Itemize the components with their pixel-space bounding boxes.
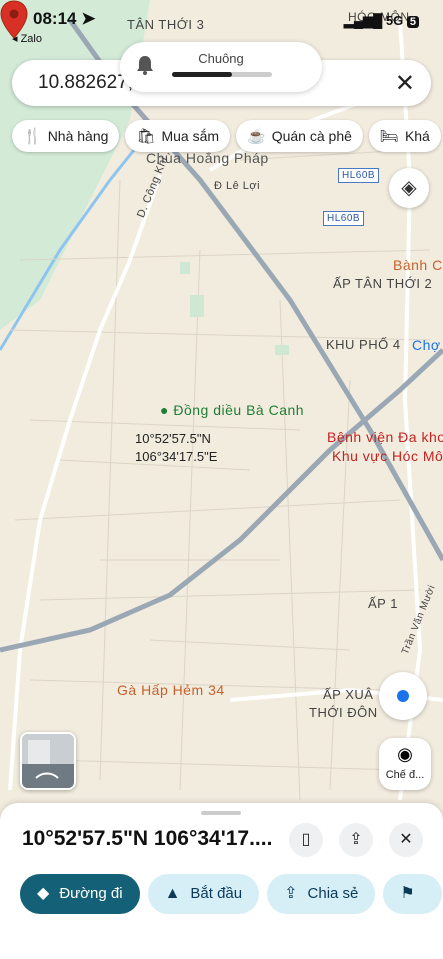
hotel-icon: 🛏 bbox=[379, 128, 399, 145]
location-arrow-icon: ➤ bbox=[81, 9, 96, 28]
category-chips: 🍴 Nhà hàng 🛍 Mua sắm ☕ Quán cà phê 🛏 Khá bbox=[12, 120, 443, 154]
notification-title: Chuông bbox=[198, 51, 244, 66]
back-to-app[interactable]: ◂ Zalo bbox=[12, 32, 42, 45]
map-label-banh-ca[interactable]: Bành Ca bbox=[393, 257, 443, 273]
search-input[interactable]: 10.882627, bbox=[38, 72, 133, 94]
navigate-arrow-icon: ▲ bbox=[164, 885, 181, 902]
signal-icon: ▂▄▆█ bbox=[343, 13, 383, 28]
shopping-bag-icon: 🛍 bbox=[136, 128, 156, 145]
map-label-ap-xuan: ẤP XUÂ bbox=[323, 687, 374, 702]
my-location-icon bbox=[397, 690, 409, 702]
share-icon: ⇪ bbox=[284, 885, 298, 902]
route-shield-hl60b-2: HL60B bbox=[323, 211, 365, 226]
status-time: 08:14 ➤ bbox=[33, 9, 96, 28]
park-icon: ● bbox=[160, 402, 174, 418]
share-top-button[interactable]: ⇪ bbox=[339, 823, 373, 857]
map-label-khu-pho-4: KHU PHỐ 4 bbox=[326, 337, 401, 352]
pin-lat: 10°52'57.5"N bbox=[135, 431, 211, 446]
map-label-le-loi: Đ Lê Lợi bbox=[214, 180, 261, 192]
restaurant-icon: 🍴 bbox=[23, 128, 42, 145]
start-label: Bắt đầu bbox=[190, 885, 243, 902]
lens-mode-label: Chế đ... bbox=[385, 769, 425, 781]
chip-label: Nhà hàng bbox=[47, 128, 109, 144]
place-title: 10°52'57.5"N 106°34'17.... bbox=[22, 827, 273, 850]
close-sheet-button[interactable]: ✕ bbox=[389, 823, 423, 857]
close-icon[interactable]: ✕ bbox=[395, 69, 415, 98]
my-location-button[interactable] bbox=[379, 672, 427, 720]
chip-label: Quán cà phê bbox=[271, 128, 352, 144]
close-icon: ✕ bbox=[399, 831, 413, 848]
map-label-benh-vien-1[interactable]: Bệnh viện Đa khoa bbox=[327, 429, 443, 445]
map-label-dong-dieu[interactable]: ● Đồng diều Bà Canh bbox=[160, 402, 304, 418]
share-upload-icon: ⇪ bbox=[349, 831, 363, 848]
volume-bar bbox=[172, 72, 272, 77]
flag-button[interactable]: ⚑ bbox=[383, 874, 442, 914]
map-label-ga-hap[interactable]: Gà Hấp Hẻm 34 bbox=[117, 682, 225, 698]
chip-coffee[interactable]: ☕ Quán cà phê bbox=[236, 120, 363, 152]
map-label-thoi-don: THỚI ĐÔN bbox=[309, 705, 378, 720]
street-view-photo bbox=[22, 734, 74, 788]
route-shield-hl60b: HL60B bbox=[338, 168, 380, 183]
camera-lens-icon: ◉ bbox=[397, 744, 413, 764]
ringer-notification: Chuông bbox=[120, 42, 322, 92]
map-label-ap-tan-thoi-2: ẤP TÂN THỚI 2 bbox=[333, 276, 433, 291]
chip-shopping[interactable]: 🛍 Mua sắm bbox=[125, 120, 231, 152]
directions-label: Đường đi bbox=[59, 885, 123, 902]
map-label-ap-1: ẤP 1 bbox=[368, 596, 398, 611]
bookmark-icon: ▯ bbox=[301, 831, 311, 848]
pin-coordinates-label: 10°52'57.5"N 106°34'17.5"E bbox=[135, 430, 217, 466]
directions-icon: ◆ bbox=[37, 885, 50, 902]
map-label-benh-vien-2[interactable]: Khu vực Hóc Môn bbox=[332, 448, 443, 464]
coffee-icon: ☕ bbox=[247, 128, 266, 145]
street-view-thumbnail[interactable] bbox=[20, 732, 76, 790]
battery-icon: 5 bbox=[406, 16, 419, 28]
pin-lng: 106°34'17.5"E bbox=[135, 449, 218, 464]
chip-hotels[interactable]: 🛏 Khá bbox=[368, 120, 441, 152]
directions-button[interactable]: ◆ Đường đi bbox=[20, 874, 140, 914]
share-button[interactable]: ⇪ Chia sẻ bbox=[267, 874, 376, 914]
volume-fill bbox=[172, 72, 232, 77]
layers-icon: ◈ bbox=[401, 177, 417, 199]
action-row: ◆ Đường đi ▲ Bắt đầu ⇪ Chia sẻ ⚑ bbox=[20, 874, 443, 914]
sheet-drag-handle[interactable] bbox=[201, 811, 241, 815]
chip-restaurants[interactable]: 🍴 Nhà hàng bbox=[12, 120, 120, 152]
chip-label: Khá bbox=[404, 128, 430, 144]
status-icons: ▂▄▆█ 5G 5 bbox=[344, 13, 419, 29]
network-type: 5G bbox=[385, 13, 404, 28]
map-label-cho[interactable]: Chợ bbox=[412, 337, 441, 353]
start-button[interactable]: ▲ Bắt đầu bbox=[147, 874, 260, 914]
layers-button[interactable]: ◈ bbox=[389, 168, 429, 208]
lens-mode-button[interactable]: ◉ Chế đ... bbox=[379, 738, 431, 790]
chip-label: Mua sắm bbox=[161, 128, 220, 144]
bottom-sheet[interactable]: 10°52'57.5"N 106°34'17.... ▯ ⇪ ✕ ◆ Đường … bbox=[0, 803, 443, 959]
share-label: Chia sẻ bbox=[307, 885, 359, 902]
flag-icon: ⚑ bbox=[400, 885, 415, 902]
save-bookmark-button[interactable]: ▯ bbox=[289, 823, 323, 857]
